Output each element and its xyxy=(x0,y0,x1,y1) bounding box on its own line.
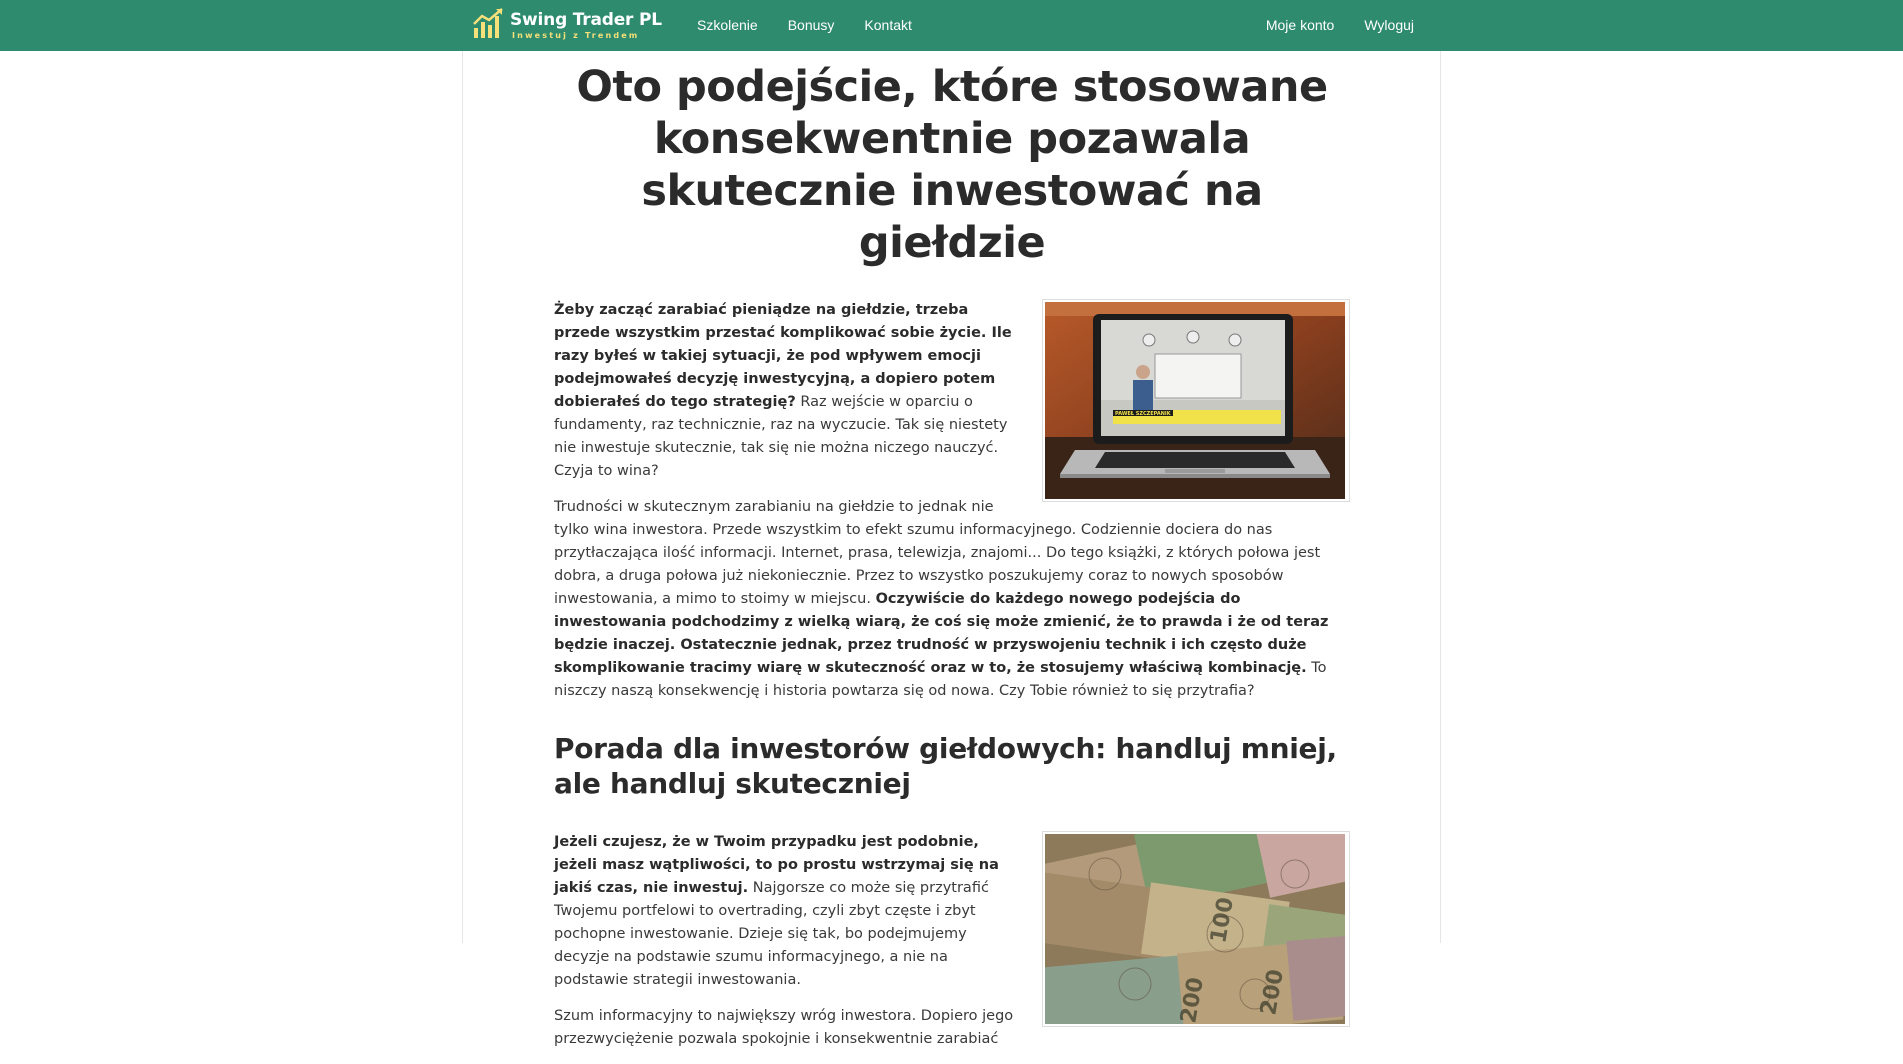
top-navbar: Swing Trader PL Inwestuj z Trendem Szkol… xyxy=(0,0,1903,51)
banknotes-illustration: 100 200 200 xyxy=(1045,834,1345,1024)
intro-paragraph-2: Trudności w skutecznym zarabianiu na gie… xyxy=(554,496,1350,703)
main-menu: Szkolenie Bonusy Kontakt xyxy=(682,0,927,51)
chart-bars-icon xyxy=(473,8,503,38)
logo-title: Swing Trader PL xyxy=(510,10,662,30)
advice-section: 100 200 200 Jeżeli czujesz, że w Twoim p… xyxy=(554,831,1350,1051)
nav-link-bonusy[interactable]: Bonusy xyxy=(773,0,850,51)
intro-section: PAWEŁ SZCZEPANIK Żeby zacząć zarabiać pi… xyxy=(554,299,1350,703)
caption-name: PAWEŁ SZCZEPANIK xyxy=(1115,411,1172,417)
navbar-inner: Swing Trader PL Inwestuj z Trendem Szkol… xyxy=(472,0,1429,51)
site-logo[interactable]: Swing Trader PL Inwestuj z Trendem xyxy=(472,6,662,46)
nav-link-account[interactable]: Moje konto xyxy=(1251,0,1349,51)
advice-paragraph-1-rest: Najgorsze co może się przytrafić Twojemu… xyxy=(554,880,989,988)
nav-link-logout[interactable]: Wyloguj xyxy=(1349,0,1429,51)
main-content: Oto podejście, które stosowane konsekwen… xyxy=(554,51,1350,1064)
banknotes-image: 100 200 200 xyxy=(1042,831,1350,1027)
page-headline: Oto podejście, które stosowane konsekwen… xyxy=(576,62,1328,268)
laptop-video-image: PAWEŁ SZCZEPANIK xyxy=(1042,299,1350,502)
user-menu: Moje konto Wyloguj xyxy=(1251,0,1429,51)
nav-link-kontakt[interactable]: Kontakt xyxy=(849,0,926,51)
logo-subtitle: Inwestuj z Trendem xyxy=(512,31,640,40)
laptop-illustration: PAWEŁ SZCZEPANIK xyxy=(1045,302,1345,499)
section-heading: Porada dla inwestorów giełdowych: handlu… xyxy=(554,732,1337,800)
nav-link-szkolenie[interactable]: Szkolenie xyxy=(682,0,773,51)
